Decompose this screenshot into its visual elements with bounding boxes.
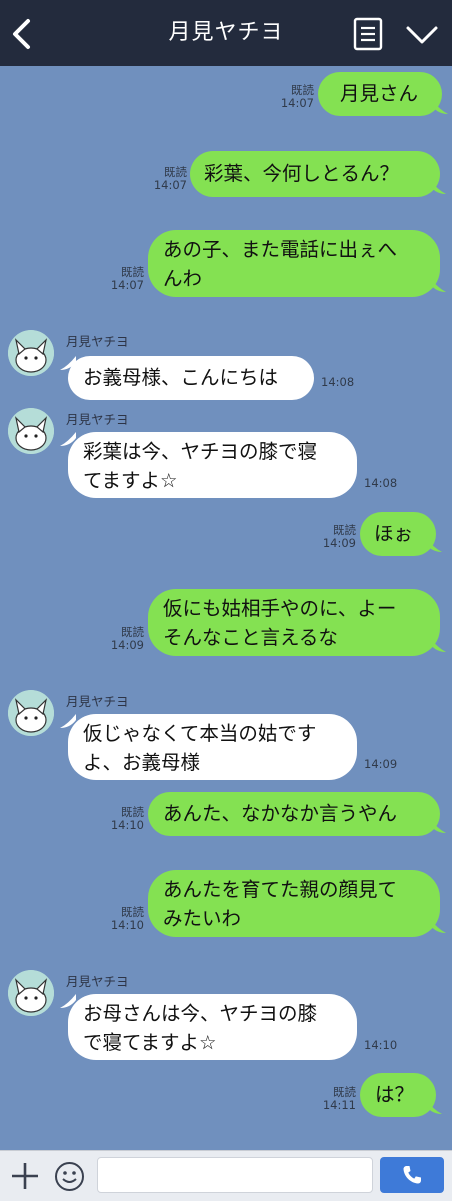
bubble-tail xyxy=(426,1100,442,1114)
message-time: 14:10 xyxy=(110,818,144,832)
incoming-message-bubble[interactable]: お母さんは今、ヤチヨの膝 で寝てますよ☆ xyxy=(68,994,357,1060)
message-meta: 既読 14:09 xyxy=(100,626,144,652)
outgoing-message-bubble[interactable]: あんたを育てた親の顔見て みたいわ xyxy=(148,870,440,937)
message-meta: 既読 14:09 xyxy=(312,524,356,550)
outgoing-message-bubble[interactable]: ほぉ xyxy=(360,512,436,556)
message-meta: 既読 14:10 xyxy=(100,806,144,832)
message-time: 14:09 xyxy=(110,638,144,652)
outgoing-message-bubble[interactable]: 月見さん xyxy=(318,72,442,116)
message-time: 14:08 xyxy=(321,375,355,389)
chat-title: 月見ヤチヨ xyxy=(168,20,284,45)
contact-avatar[interactable] xyxy=(8,330,54,376)
message-meta: 既読 14:07 xyxy=(270,84,314,110)
message-time: 14:11 xyxy=(322,1098,356,1112)
chat-header: 月見ヤチヨ xyxy=(0,0,452,66)
contact-avatar[interactable] xyxy=(8,970,54,1016)
message-time: 14:10 xyxy=(364,1038,398,1052)
contact-avatar[interactable] xyxy=(8,690,54,736)
sender-name: 月見ヤチヨ xyxy=(66,334,129,349)
message-time: 14:09 xyxy=(364,757,398,771)
message-time: 14:10 xyxy=(110,918,144,932)
bubble-tail xyxy=(426,538,442,552)
contact-avatar[interactable] xyxy=(8,408,54,454)
outgoing-message-bubble[interactable]: は？ xyxy=(360,1073,436,1117)
outgoing-message-bubble[interactable]: あの子、また電話に出ぇへ んわ xyxy=(148,230,440,297)
bubble-tail xyxy=(430,180,446,194)
smiley-icon[interactable] xyxy=(54,1161,85,1192)
bubble-tail xyxy=(430,919,446,933)
call-button[interactable] xyxy=(380,1157,444,1193)
message-time: 14:09 xyxy=(322,536,356,550)
list-icon[interactable] xyxy=(352,17,384,51)
sender-name: 月見ヤチヨ xyxy=(66,694,129,709)
avatar-illustration-icon xyxy=(8,690,54,736)
avatar-illustration-icon xyxy=(8,408,54,454)
bubble-tail xyxy=(432,100,448,114)
message-input[interactable] xyxy=(97,1157,373,1193)
message-meta: 既読 14:07 xyxy=(143,166,187,192)
sender-name: 月見ヤチヨ xyxy=(66,412,129,427)
plus-icon[interactable] xyxy=(10,1161,40,1191)
message-time: 14:07 xyxy=(280,96,314,110)
avatar-illustration-icon xyxy=(8,330,54,376)
avatar-illustration-icon xyxy=(8,970,54,1016)
phone-icon xyxy=(403,1166,421,1184)
incoming-message-bubble[interactable]: 仮じゃなくて本当の姑です よ、お義母様 xyxy=(68,714,357,780)
chevron-down-icon[interactable] xyxy=(404,20,440,48)
message-input-bar xyxy=(0,1150,452,1201)
bubble-tail xyxy=(430,819,446,833)
incoming-message-bubble[interactable]: お義母様、こんにちは xyxy=(68,356,314,400)
sender-name: 月見ヤチヨ xyxy=(66,974,129,989)
message-time: 14:07 xyxy=(110,278,144,292)
message-meta: 既読 14:10 xyxy=(100,906,144,932)
message-time: 14:08 xyxy=(364,476,398,490)
message-meta: 既読 14:07 xyxy=(100,266,144,292)
outgoing-message-bubble[interactable]: 彩葉、今何しとるん？ xyxy=(190,151,440,197)
outgoing-message-bubble[interactable]: 仮にも姑相手やのに、よー そんなこと言えるな xyxy=(148,589,440,656)
message-list[interactable]: 既読 14:07 月見さん 既読 14:07 彩葉、今何しとるん？ 既読 14:… xyxy=(0,66,452,1150)
message-meta: 既読 14:11 xyxy=(312,1086,356,1112)
bubble-tail xyxy=(430,278,446,292)
bubble-tail xyxy=(430,638,446,652)
message-time: 14:07 xyxy=(153,178,187,192)
incoming-message-bubble[interactable]: 彩葉は今、ヤチヨの膝で寝 てますよ☆ xyxy=(68,432,357,498)
outgoing-message-bubble[interactable]: あんた、なかなか言うやん xyxy=(148,792,440,836)
